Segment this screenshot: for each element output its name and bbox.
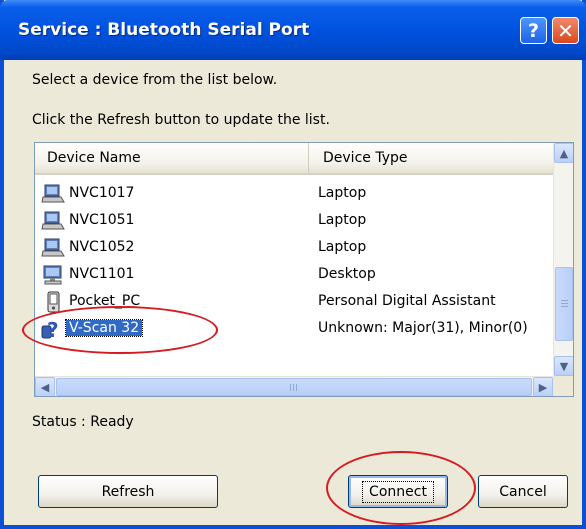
cancel-button[interactable]: Cancel (478, 475, 568, 508)
device-name: NVC1017 (69, 185, 135, 201)
device-row-nvc1051[interactable]: NVC1051 Laptop (35, 208, 553, 235)
horizontal-scrollbar[interactable]: ◀ ▶ (35, 376, 553, 396)
device-type: Desktop (318, 266, 376, 282)
device-name: NVC1051 (69, 212, 135, 228)
scroll-left-button[interactable]: ◀ (35, 377, 55, 396)
device-row-pocket-pc[interactable]: Pocket_PC Personal Digital Assistant (35, 289, 553, 316)
column-device-type[interactable]: Device Type (311, 143, 553, 173)
svg-text:?: ? (47, 318, 59, 340)
vertical-scrollbar[interactable]: ▲ ▼ (553, 143, 573, 376)
connect-button[interactable]: Connect (348, 475, 448, 508)
laptop-icon (41, 184, 65, 203)
bluetooth-service-dialog: Service : Bluetooth Serial Port ? ✕ Sele… (0, 0, 586, 529)
chevron-right-icon: ▶ (538, 380, 548, 394)
chevron-up-icon: ▲ (559, 146, 569, 160)
desktop-icon (43, 265, 62, 285)
instruction-refresh: Click the Refresh button to update the l… (32, 112, 330, 128)
horizontal-scroll-thumb[interactable] (56, 378, 532, 396)
device-name: V-Scan 32 (64, 319, 144, 337)
device-type: Unknown: Major(31), Minor(0) (318, 320, 528, 336)
device-name: NVC1052 (69, 239, 135, 255)
close-button[interactable]: ✕ (552, 17, 579, 44)
help-button[interactable]: ? (520, 17, 547, 44)
chevron-left-icon: ◀ (40, 380, 50, 394)
vertical-scroll-thumb[interactable] (555, 267, 573, 341)
column-device-name[interactable]: Device Name (35, 143, 309, 173)
scrollbar-corner (553, 376, 573, 396)
refresh-button[interactable]: Refresh (38, 475, 218, 508)
device-name: NVC1101 (69, 266, 135, 282)
scroll-down-button[interactable]: ▼ (554, 356, 573, 376)
laptop-icon (41, 238, 65, 257)
chevron-down-icon: ▼ (559, 359, 569, 373)
connect-label: Connect (362, 480, 434, 503)
status-text: Status : Ready (32, 414, 134, 430)
instruction-select: Select a device from the list below. (32, 72, 278, 88)
device-type: Laptop (318, 239, 367, 255)
device-row-nvc1052[interactable]: NVC1052 Laptop (35, 235, 553, 262)
laptop-icon (41, 211, 65, 230)
device-row-v-scan-32[interactable]: ? V-Scan 32 Unknown: Major(31), Minor(0) (35, 316, 553, 343)
device-list[interactable]: Device Name Device Type NVC1017 Laptop N… (34, 142, 574, 397)
device-name: Pocket_PC (69, 293, 141, 309)
help-icon: ? (527, 19, 540, 42)
scroll-right-button[interactable]: ▶ (533, 377, 553, 396)
device-row-nvc1017[interactable]: NVC1017 Laptop (35, 181, 553, 208)
unknown-device-icon: ? (41, 318, 59, 340)
title-bar[interactable]: Service : Bluetooth Serial Port ? ✕ (0, 0, 586, 60)
device-type: Laptop (318, 185, 367, 201)
device-type: Personal Digital Assistant (318, 293, 496, 309)
scroll-up-button[interactable]: ▲ (554, 143, 573, 163)
close-icon: ✕ (557, 18, 574, 43)
window-title: Service : Bluetooth Serial Port (18, 20, 310, 40)
device-type: Laptop (318, 212, 367, 228)
pda-icon (47, 291, 60, 313)
list-header: Device Name Device Type (35, 143, 553, 175)
device-row-nvc1101[interactable]: NVC1101 Desktop (35, 262, 553, 289)
